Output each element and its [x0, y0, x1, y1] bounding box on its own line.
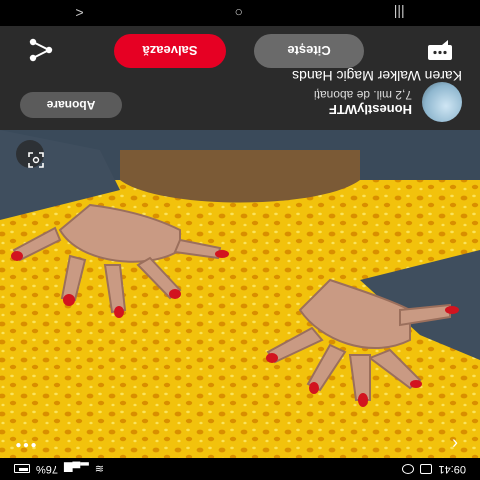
- status-time: 09:41: [438, 463, 466, 475]
- pin-image[interactable]: ‹ •••: [0, 130, 480, 480]
- creator-name[interactable]: HonestlyWTF: [314, 102, 412, 117]
- follow-button[interactable]: Abonare: [20, 92, 122, 118]
- status-bar: 09:41 ≋ ▂▄▆ 76%: [0, 458, 480, 480]
- nav-home-button[interactable]: ○: [234, 5, 242, 21]
- sync-icon: [402, 464, 415, 474]
- visual-search-icon[interactable]: [16, 140, 44, 168]
- back-icon[interactable]: ‹: [440, 432, 470, 456]
- notification-icon: [420, 464, 433, 474]
- action-bar: Citește Salvează: [0, 30, 480, 70]
- pin-image-graphic: [0, 130, 480, 480]
- nav-recents-button[interactable]: |||: [394, 5, 405, 21]
- more-icon[interactable]: •••: [10, 432, 40, 456]
- app-screen: ‹ ••• 09:41 ≋ ▂▄▆ 76% HonestlyWTF 7,2 mi: [0, 0, 480, 480]
- pin-details-panel: HonestlyWTF 7,2 mil. de abonați Abonare …: [0, 26, 480, 130]
- read-button[interactable]: Citește: [254, 34, 364, 68]
- wifi-icon: ≋: [94, 462, 104, 475]
- battery-level: 76%: [36, 463, 59, 475]
- share-icon[interactable]: [28, 38, 54, 62]
- battery-icon: [14, 464, 30, 474]
- nav-back-button[interactable]: <: [75, 5, 83, 21]
- avatar[interactable]: [422, 82, 462, 122]
- signal-icon: ▂▄▆: [64, 462, 89, 475]
- comment-icon[interactable]: [426, 38, 454, 62]
- visual-search-glyph: [28, 152, 44, 168]
- creator-text: HonestlyWTF 7,2 mil. de abonați: [314, 87, 412, 117]
- save-button[interactable]: Salvează: [114, 34, 226, 68]
- creator-info[interactable]: HonestlyWTF 7,2 mil. de abonați: [314, 82, 462, 122]
- pin-title: Karen Walker Magic Hands: [292, 68, 462, 84]
- creator-subscribers: 7,2 mil. de abonați: [313, 88, 412, 102]
- system-nav-bar: ||| ○ <: [0, 0, 480, 26]
